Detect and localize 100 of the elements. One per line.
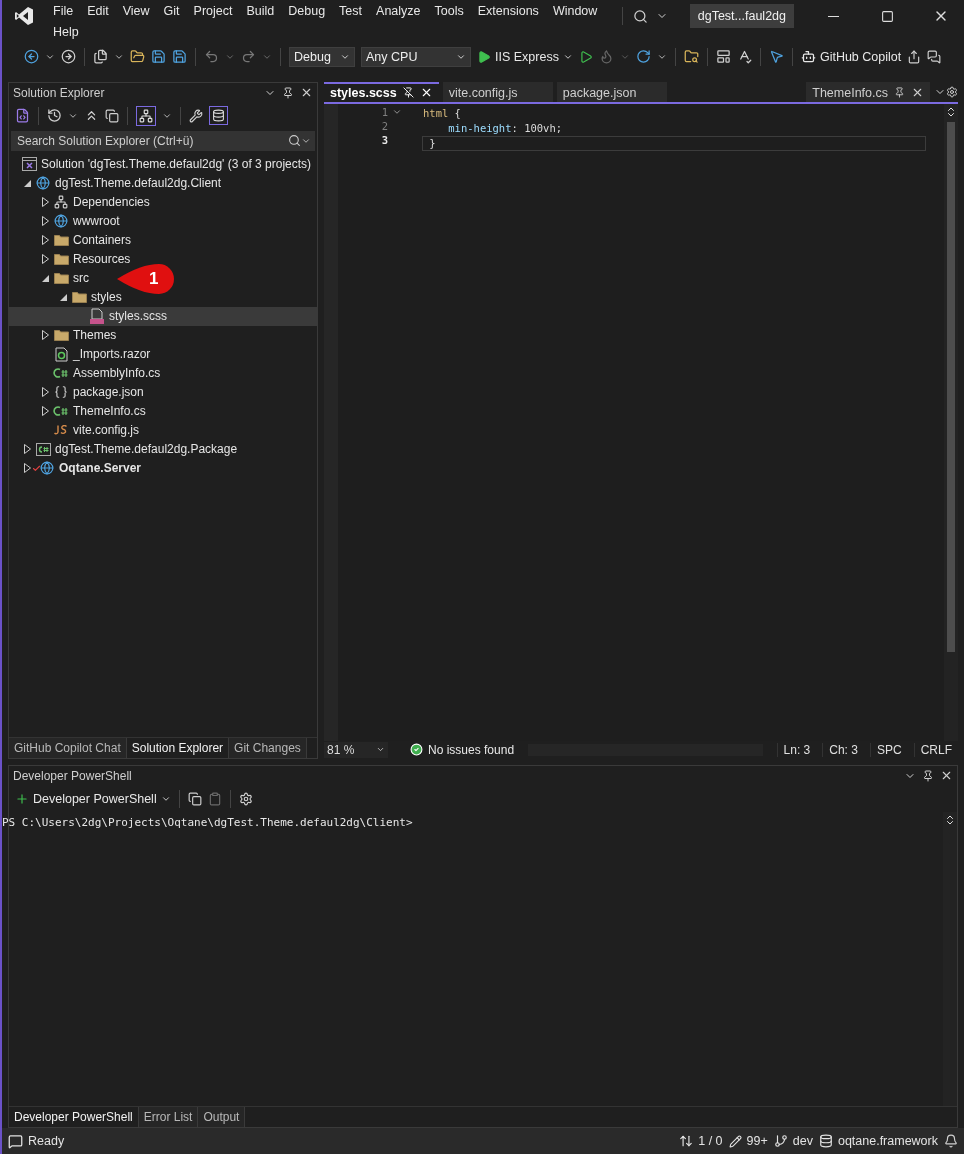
changes-indicator[interactable]: 99+ (728, 1134, 768, 1148)
start-without-debugging-icon[interactable] (578, 49, 593, 64)
copy-icon[interactable] (105, 108, 119, 123)
editor-tab[interactable]: vite.config.js (442, 81, 553, 102)
feedback-icon[interactable] (927, 49, 942, 64)
configuration-select[interactable]: Debug (289, 46, 355, 67)
redo-icon[interactable] (241, 49, 256, 65)
issues-indicator[interactable]: No issues found (410, 742, 515, 757)
copy-icon[interactable] (187, 791, 202, 806)
branch-indicator[interactable]: dev (773, 1134, 813, 1148)
expand-icon[interactable] (41, 330, 49, 341)
tree-item[interactable]: Oqtane.Server (9, 458, 146, 478)
run-button[interactable]: IIS Express (477, 49, 573, 64)
menu-item[interactable]: Edit (80, 0, 116, 21)
panel-tab[interactable]: Error List (138, 1107, 199, 1128)
tree-item[interactable]: package.json (9, 382, 148, 402)
scrollbar[interactable] (944, 103, 958, 741)
editor-tab[interactable]: ThemeInfo.cs (806, 81, 930, 102)
expand-icon[interactable] (23, 444, 31, 455)
tree-item[interactable]: wwwroot (9, 211, 124, 231)
collapse-icon[interactable] (59, 293, 67, 301)
tree-item[interactable]: dgTest.Theme.defaul2dg.Package (9, 439, 242, 459)
pin-icon[interactable] (894, 87, 905, 99)
save-all-icon[interactable] (172, 49, 187, 65)
solution-title[interactable]: dgTest...faul2dg (689, 4, 794, 28)
tree-item[interactable]: Resources (9, 249, 135, 269)
search-icon[interactable] (632, 8, 648, 24)
menu-item[interactable]: Analyze (369, 0, 428, 21)
search-field[interactable]: Search Solution Explorer (Ctrl+ü) (11, 130, 315, 151)
window-layout-icon[interactable] (715, 49, 731, 65)
line-endings-indicator[interactable]: CRLF (913, 742, 958, 757)
menu-item[interactable]: View (115, 0, 157, 21)
panel-tab[interactable]: Git Changes (229, 737, 307, 758)
tree-item[interactable]: _Imports.razor (9, 344, 155, 364)
scrollbar[interactable] (943, 811, 957, 1107)
new-item-icon[interactable] (93, 49, 108, 65)
preview-button[interactable] (209, 106, 228, 126)
notifications-icon[interactable] (944, 1134, 958, 1148)
platform-select[interactable]: Any CPU (361, 46, 471, 67)
tree-item[interactable]: Dependencies (9, 192, 154, 212)
tree-item[interactable]: vite.config.js (9, 420, 144, 440)
tree-item[interactable]: ThemeInfo.cs (9, 401, 150, 421)
expand-icon[interactable] (41, 387, 49, 398)
menu-item[interactable]: Help (46, 21, 86, 42)
column-indicator[interactable]: Ch: 3 (822, 742, 864, 757)
expand-icon[interactable] (23, 463, 31, 474)
flame-icon[interactable] (598, 49, 614, 65)
expand-icon[interactable] (41, 197, 49, 208)
expand-icon[interactable] (41, 235, 49, 246)
tree-item[interactable]: src (9, 268, 93, 288)
whitespace-indicator[interactable]: SPC (869, 742, 908, 757)
tree-item[interactable]: AssemblyInfo.cs (9, 363, 165, 383)
tree-item[interactable]: Themes (9, 325, 121, 345)
expand-icon[interactable] (41, 406, 49, 417)
menu-item[interactable]: Git (156, 0, 187, 21)
tree-item[interactable]: styles (9, 287, 126, 307)
menu-item[interactable]: Extensions (470, 0, 546, 21)
menu-item[interactable]: Build (239, 0, 282, 21)
open-folder-icon[interactable] (130, 49, 145, 65)
collapse-icon[interactable] (41, 274, 49, 282)
app-logo[interactable] (14, 6, 34, 26)
panel-tab[interactable]: GitHub Copilot Chat (9, 737, 127, 758)
tree-item[interactable]: Containers (9, 230, 136, 250)
save-icon[interactable] (151, 49, 166, 65)
switch-views-icon[interactable] (15, 108, 30, 124)
line-indicator[interactable]: Ln: 3 (776, 742, 817, 757)
menu-item[interactable]: File (46, 0, 81, 21)
zoom-select[interactable]: 81 % (324, 741, 388, 758)
undo-icon[interactable] (204, 49, 219, 65)
menu-item[interactable]: Debug (281, 0, 333, 21)
back-icon[interactable] (24, 49, 39, 65)
wrench-icon[interactable] (189, 108, 203, 123)
pin-icon[interactable] (402, 87, 414, 99)
pointer-icon[interactable] (768, 49, 784, 65)
share-icon[interactable] (907, 49, 922, 64)
menu-item[interactable]: Test (332, 0, 370, 21)
expand-icon[interactable] (41, 216, 49, 227)
copilot-button[interactable]: GitHub Copilot (800, 49, 902, 65)
pin-icon[interactable] (282, 86, 294, 100)
sync-view-button[interactable] (136, 105, 156, 126)
menu-item[interactable]: Project (186, 0, 240, 21)
editor-tab[interactable]: package.json (556, 81, 667, 102)
history-icon[interactable] (47, 108, 62, 124)
new-terminal-button[interactable]: Developer PowerShell (15, 791, 171, 806)
expand-icon[interactable] (41, 254, 49, 265)
repository-indicator[interactable]: oqtane.framework (818, 1134, 938, 1148)
tree-item[interactable]: dgTest.Theme.defaul2dg.Client (9, 173, 226, 193)
editor-tab[interactable]: styles.scss (324, 81, 439, 102)
folder-search-icon[interactable] (683, 49, 699, 65)
forward-icon[interactable] (61, 49, 76, 65)
paste-icon[interactable] (207, 791, 222, 806)
settings-icon[interactable] (238, 791, 253, 806)
tree-item[interactable]: Solution 'dgTest.Theme.defaul2dg' (3 of 3 projects) (9, 154, 316, 174)
menu-item[interactable]: Tools (427, 0, 471, 21)
menu-item[interactable]: Window (545, 0, 605, 21)
tree-item[interactable]: styles.scss (9, 306, 317, 326)
refresh-icon[interactable] (635, 49, 651, 65)
collapse-icon[interactable] (23, 179, 31, 187)
commits-indicator[interactable]: 1 / 0 (679, 1134, 723, 1148)
pin-icon[interactable] (922, 769, 934, 783)
